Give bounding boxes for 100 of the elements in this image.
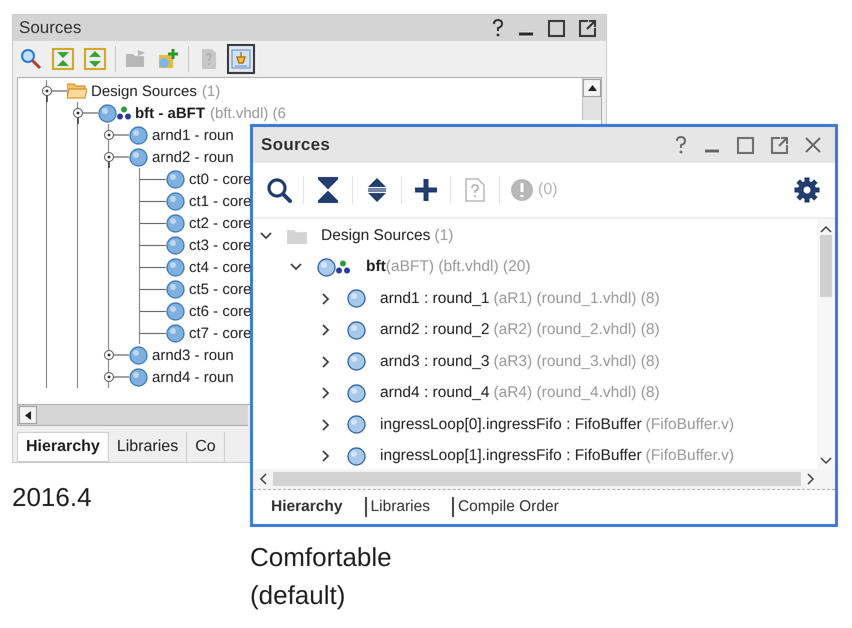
tree-item-label[interactable]: ingressLoop[1].ingressFifo : FifoBuffer — [380, 447, 642, 466]
tree-item-detail: (aR2) (round_2.vhdl) (8) — [493, 321, 660, 340]
expand-icon — [84, 48, 106, 70]
module-icon — [166, 302, 185, 320]
module-icon — [347, 446, 366, 466]
tree-item-detail: (bft.vhdl) (6 — [210, 104, 286, 122]
tree-item-label[interactable]: ct2 - core — [189, 214, 252, 232]
folder-icon — [125, 48, 147, 70]
scroll-thumb[interactable] — [273, 472, 801, 486]
add-icon — [157, 48, 179, 70]
hierarchy-icon — [336, 260, 350, 274]
tab[interactable]: Libraries — [364, 497, 442, 517]
tree-line — [140, 178, 166, 180]
tab[interactable]: Compile Order — [452, 497, 571, 517]
tree-line — [140, 332, 166, 334]
module-icon — [166, 280, 185, 298]
module-icon — [347, 415, 366, 434]
tree-item-label[interactable]: arnd2 - roun — [152, 148, 234, 166]
tree-item-detail: (aR4) (round_4.vhdl) (8) — [493, 384, 660, 402]
tree-item-label[interactable]: Design Sources — [91, 82, 197, 100]
float-icon[interactable] — [579, 20, 596, 36]
tab[interactable]: Libraries — [108, 432, 188, 462]
search-icon — [20, 48, 42, 70]
tree-item-label[interactable]: bft - aBFT — [135, 104, 205, 122]
tree-item-label[interactable]: Design Sources — [321, 226, 430, 245]
tree-item-label[interactable]: arnd4 : round_4 — [380, 384, 490, 402]
module-icon — [347, 320, 366, 340]
tree-item-detail: (FifoBuffer.v) — [646, 447, 734, 466]
tree-item-label[interactable]: ct5 - core — [189, 280, 252, 298]
horizontal-scrollbar[interactable] — [17, 405, 248, 426]
scroll-left-icon[interactable] — [25, 410, 31, 420]
horizontal-scrollbar[interactable] — [253, 469, 835, 490]
tree-item-label[interactable]: bft — [366, 258, 386, 276]
tab[interactable]: Hierarchy — [17, 432, 109, 462]
hierarchy-icon — [230, 48, 252, 70]
scroll-down-icon[interactable] — [820, 457, 832, 465]
tree-item-detail: (FifoBuffer.v) — [646, 416, 734, 434]
close-icon[interactable] — [805, 137, 821, 153]
module-icon — [166, 324, 185, 342]
collapse-icon — [52, 48, 74, 70]
module-icon — [317, 258, 336, 277]
module-icon — [98, 104, 117, 122]
tree-line — [140, 222, 166, 224]
tree-item-detail: (aR3) (round_3.vhdl) (8) — [493, 352, 660, 371]
hierarchy-button[interactable] — [227, 44, 255, 74]
tree-item-label[interactable]: arnd3 : round_3 — [380, 352, 490, 371]
module-icon — [347, 384, 366, 403]
maximize-icon[interactable] — [737, 136, 754, 154]
vertical-scrollbar[interactable] — [817, 219, 835, 469]
tree-item-label[interactable]: ct1 - core — [189, 192, 252, 210]
caption: Comfortable (default) — [250, 541, 393, 612]
scroll-up-icon[interactable] — [588, 85, 596, 91]
tree-item-detail: (1) — [202, 82, 220, 100]
folder-icon — [67, 83, 87, 99]
tree-item-label[interactable]: arnd3 - roun — [152, 346, 234, 364]
tab[interactable]: Hierarchy — [267, 497, 355, 517]
tree-item-label[interactable]: arnd4 - roun — [152, 368, 234, 386]
tree-item-label[interactable]: arnd1 : round_1 — [380, 290, 490, 308]
scroll-thumb[interactable] — [820, 235, 832, 297]
tree-item-label[interactable]: ingressLoop[0].ingressFifo : FifoBuffer — [380, 416, 642, 434]
module-icon — [347, 352, 366, 372]
hierarchy-icon — [117, 106, 131, 120]
tree-item-detail: (aR1) (round_1.vhdl) (8) — [493, 290, 660, 308]
folder-icon — [287, 228, 307, 244]
tree-item-detail: (aBFT) (bft.vhdl) (20) — [386, 258, 530, 276]
tree-item-label[interactable]: ct3 - core — [189, 236, 252, 254]
settings-icon — [794, 177, 820, 203]
scroll-left-icon[interactable] — [259, 473, 267, 485]
help-icon[interactable] — [675, 136, 687, 154]
tree-item-label[interactable]: arnd2 : round_2 — [380, 321, 490, 340]
module-icon — [166, 214, 185, 232]
tree-item-label[interactable]: ct6 - core — [189, 302, 252, 320]
module-icon — [347, 289, 366, 308]
vertical-scrollbar[interactable] — [582, 78, 601, 120]
module-icon — [129, 346, 148, 364]
scroll-up-icon[interactable] — [820, 225, 832, 233]
collapse-all-icon — [317, 177, 339, 203]
tree-line — [140, 288, 166, 290]
tab[interactable]: Co — [187, 432, 225, 462]
panel-title: Sources — [19, 18, 82, 38]
module-icon — [129, 368, 148, 386]
alert-icon — [510, 178, 534, 202]
tree-line — [140, 266, 166, 268]
tree-item-label[interactable]: ct0 - core — [189, 170, 252, 188]
maximize-icon[interactable] — [548, 20, 565, 36]
tree-item-label[interactable]: arnd1 - roun — [152, 126, 234, 144]
scroll-right-icon[interactable] — [807, 473, 815, 485]
caption: 2016.4 — [12, 481, 93, 514]
tree-line — [140, 200, 166, 202]
help-icon[interactable] — [492, 19, 504, 37]
float-icon[interactable] — [771, 136, 788, 154]
panel-title: Sources — [261, 135, 332, 155]
tree-item-label[interactable]: ct7 - core — [189, 324, 252, 342]
plus-icon — [414, 178, 438, 202]
module-icon — [166, 170, 185, 188]
module-icon — [166, 258, 185, 276]
tree-line — [140, 244, 166, 246]
tree-item-detail: (1) — [434, 226, 454, 245]
module-icon — [166, 192, 185, 210]
tree-item-label[interactable]: ct4 - core — [189, 258, 252, 276]
